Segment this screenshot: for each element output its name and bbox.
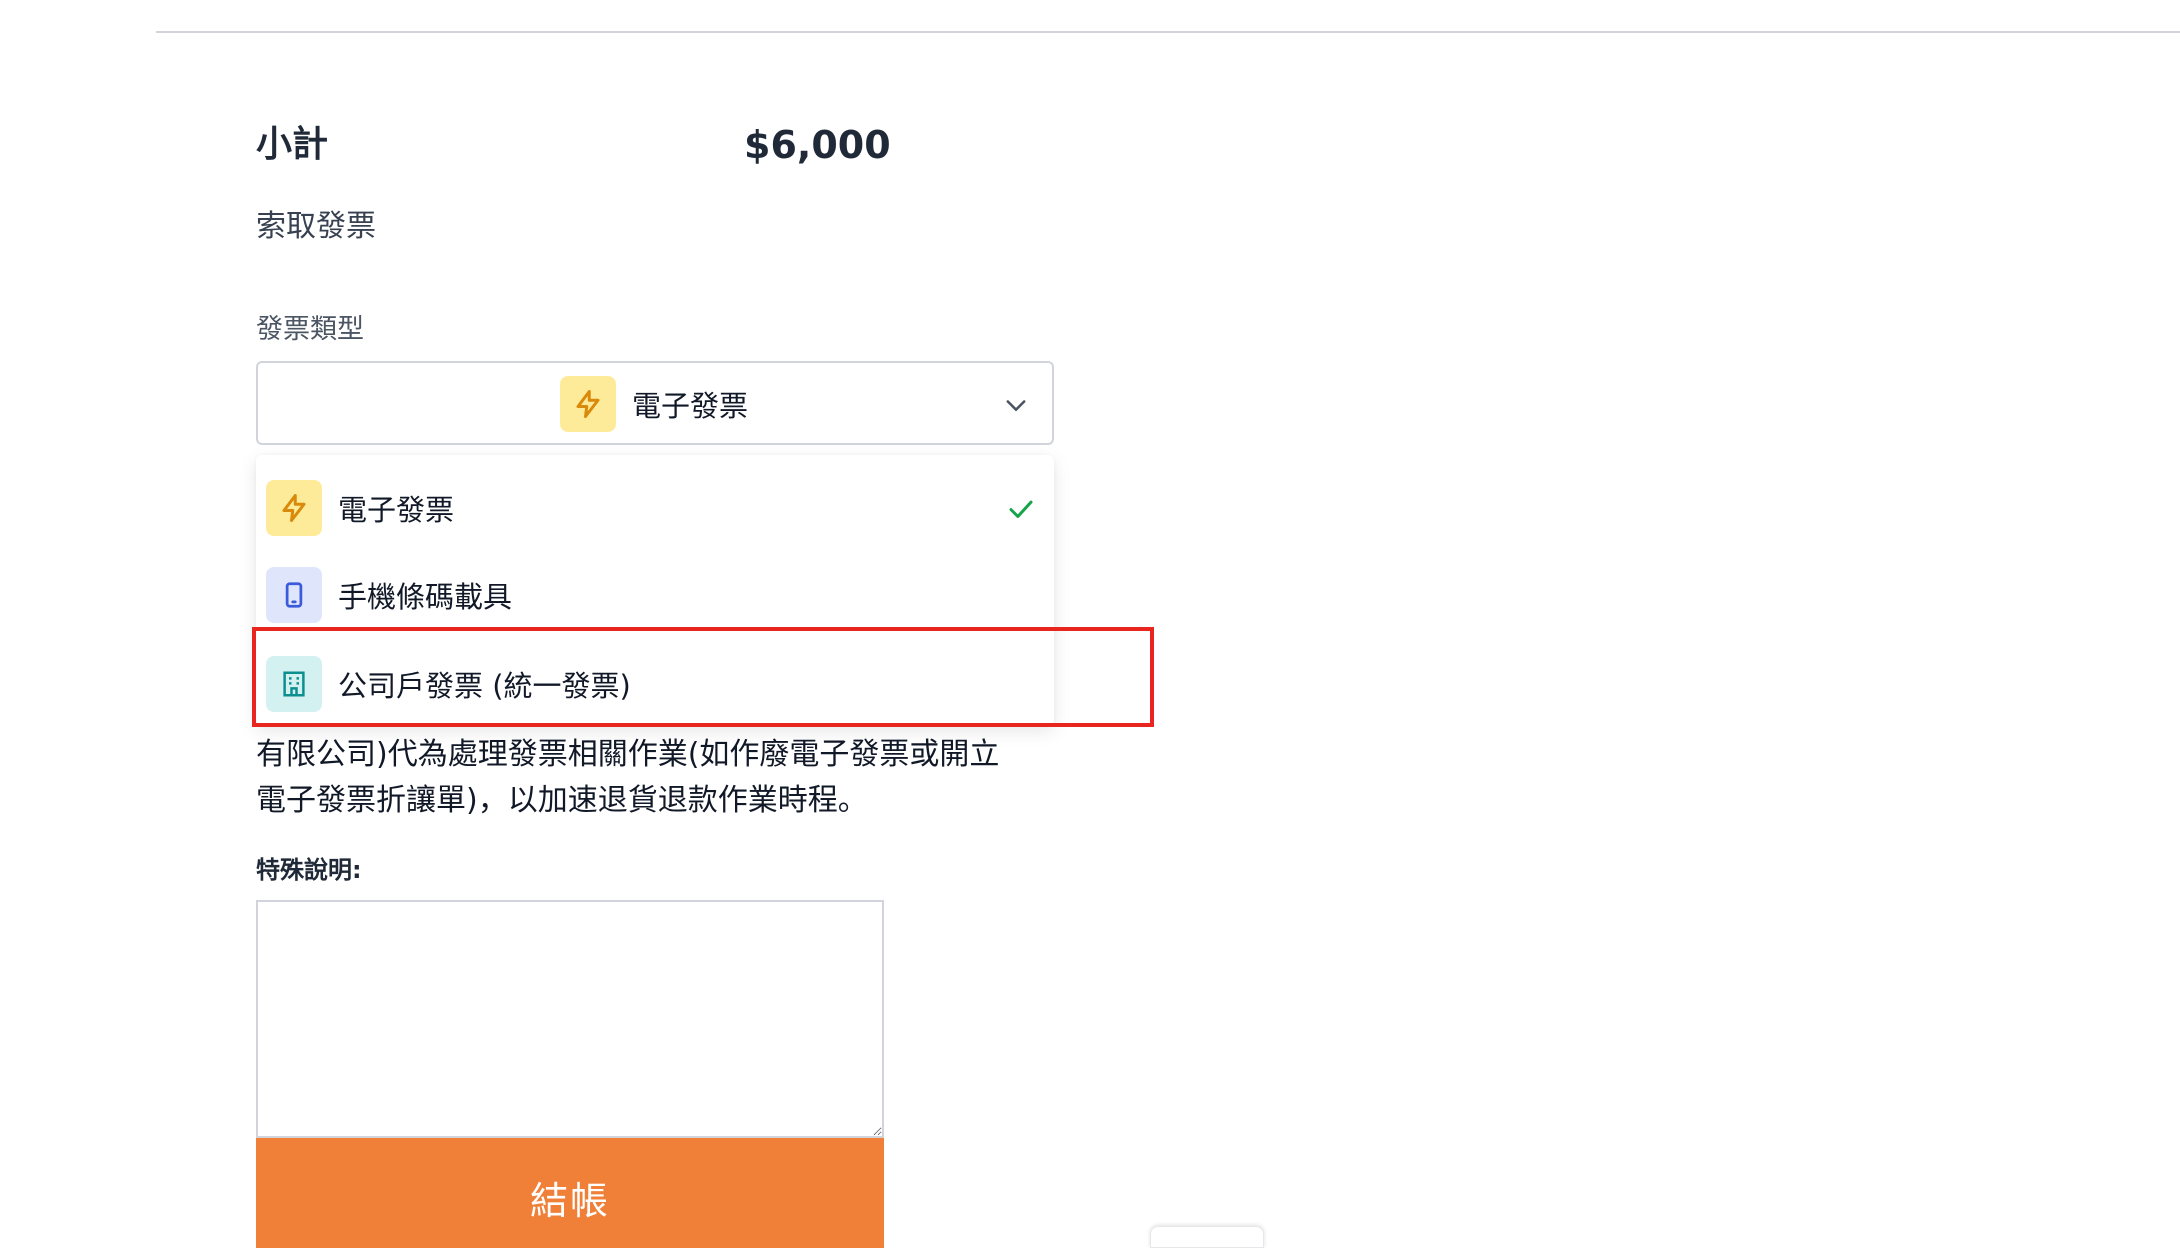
mobile-phone-icon <box>285 582 303 608</box>
option-icon-tile <box>266 656 322 712</box>
notice-line-1: 有限公司)代為處理發票相關作業(如作廢電子發票或開立 <box>256 737 1000 772</box>
floating-widget-tab[interactable] <box>1150 1226 1264 1248</box>
subtotal-value: $6,000 <box>744 123 891 167</box>
special-notes-textarea[interactable] <box>256 900 884 1138</box>
invoice-notice: 有限公司)代為處理發票相關作業(如作廢電子發票或開立 電子發票折讓單)，以加速退… <box>256 732 1086 824</box>
option-label: 公司戶發票 (統一發票) <box>338 669 631 703</box>
dropdown-option-e-invoice[interactable]: 電子發票 <box>256 466 1054 550</box>
subtotal-label: 小計 <box>256 124 329 165</box>
invoice-type-label: 發票類型 <box>256 314 364 345</box>
top-divider <box>156 31 2180 33</box>
bolt-icon <box>576 390 600 418</box>
select-icon-tile <box>560 376 616 432</box>
invoice-type-select[interactable]: 電子發票 <box>256 361 1054 445</box>
select-value-text: 電子發票 <box>632 389 749 423</box>
notice-line-2: 電子發票折讓單)，以加速退貨退款作業時程。 <box>256 783 868 818</box>
select-current-value: 電子發票 <box>560 376 748 432</box>
option-label: 電子發票 <box>338 493 455 527</box>
invoice-section-title: 索取發票 <box>256 209 376 244</box>
building-icon <box>283 671 305 697</box>
dropdown-option-company-invoice[interactable]: 公司戶發票 (統一發票) <box>256 642 1054 726</box>
invoice-type-dropdown: 電子發票 手機條碼載具 公司戶發票 (統一發票) <box>256 455 1054 725</box>
option-icon-tile <box>266 567 322 623</box>
bolt-icon <box>282 494 306 522</box>
check-icon <box>1009 500 1033 518</box>
checkout-button[interactable]: 結帳 <box>256 1138 884 1248</box>
special-notes-label: 特殊說明: <box>256 856 362 884</box>
option-label: 手機條碼載具 <box>338 580 513 614</box>
chevron-down-icon <box>1006 400 1026 411</box>
option-icon-tile <box>266 480 322 536</box>
dropdown-option-mobile-barcode[interactable]: 手機條碼載具 <box>256 553 1054 637</box>
